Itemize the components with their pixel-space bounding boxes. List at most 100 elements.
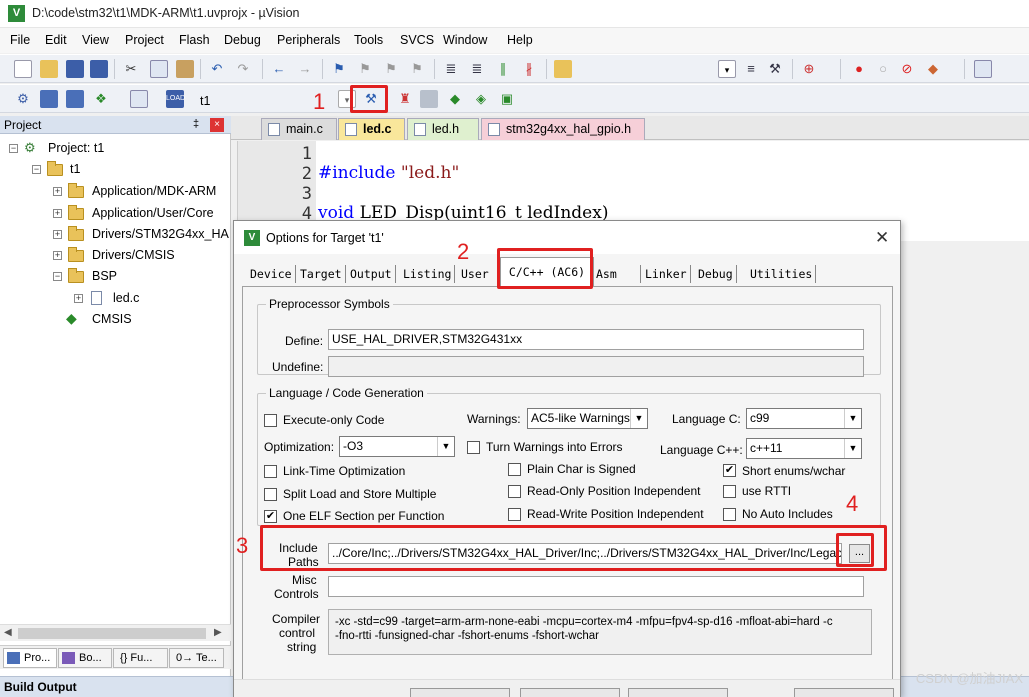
compiler-control-string-box[interactable]: -xc -std=c99 -target=arm-arm-none-eabi -… xyxy=(328,609,872,655)
misc-controls-input[interactable] xyxy=(328,576,864,597)
menu-flash[interactable]: Flash xyxy=(179,33,210,47)
plain-char-checkbox[interactable] xyxy=(508,463,521,476)
run-time-env-icon[interactable]: ▣ xyxy=(498,90,516,108)
define-input[interactable]: USE_HAL_DRIVER,STM32G431xx xyxy=(328,329,864,350)
menu-window[interactable]: Window xyxy=(443,33,487,47)
include-paths-browse-button[interactable]: ... xyxy=(849,544,870,563)
expand-icon[interactable]: + xyxy=(53,251,62,260)
undefine-input[interactable] xyxy=(328,356,864,377)
menu-view[interactable]: View xyxy=(82,33,109,47)
undo-icon[interactable]: ↶ xyxy=(208,60,226,78)
language-cpp-select[interactable]: c++11 ▼ xyxy=(746,438,862,459)
manage-project-icon[interactable]: ♜ xyxy=(396,90,414,108)
save-icon[interactable] xyxy=(66,60,84,78)
unindent-icon[interactable]: ≣ xyxy=(468,60,486,78)
incremental-find-icon[interactable]: ≡ xyxy=(742,60,760,78)
next-bookmark-icon[interactable]: ⚑ xyxy=(382,60,400,78)
stop-build-icon[interactable] xyxy=(130,90,148,108)
indent-icon[interactable]: ≣ xyxy=(442,60,460,78)
tab-utilities[interactable]: Utilities xyxy=(747,265,817,283)
uncomment-icon[interactable]: ∦ xyxy=(520,60,538,78)
menu-tools[interactable]: Tools xyxy=(354,33,383,47)
tab-device[interactable]: Device xyxy=(247,265,296,283)
tab-led-c[interactable]: led.c xyxy=(338,118,405,140)
short-enums-checkbox[interactable]: ✔ xyxy=(723,464,736,477)
cancel-button[interactable] xyxy=(520,688,620,697)
debug-session-icon[interactable]: ⊕ xyxy=(800,60,818,78)
horizontal-scrollbar[interactable]: ◀ ▶ xyxy=(0,624,231,641)
close-icon[interactable]: ✕ xyxy=(875,228,889,248)
warnings-select[interactable]: AC5-like Warnings ▼ xyxy=(527,408,648,429)
tree-group-drivers-cmsis[interactable]: + Drivers/CMSIS xyxy=(0,246,231,266)
kill-breakpoints-icon[interactable]: ◆ xyxy=(924,60,942,78)
optimization-select[interactable]: -O3 ▼ xyxy=(339,436,455,457)
configure-icon[interactable]: ⚒ xyxy=(766,60,784,78)
tab-user[interactable]: User xyxy=(458,265,492,283)
scroll-right-icon[interactable]: ▶ xyxy=(214,627,222,638)
rebuild-icon[interactable] xyxy=(66,90,84,108)
language-c-select[interactable]: c99 ▼ xyxy=(746,408,862,429)
collapse-icon[interactable]: − xyxy=(53,272,62,281)
prev-bookmark-icon[interactable]: ⚑ xyxy=(356,60,374,78)
menu-help[interactable]: Help xyxy=(507,33,533,47)
target-dropdown-icon[interactable]: ▾ xyxy=(338,90,356,108)
tab-project[interactable]: Pro... xyxy=(3,648,57,668)
find-dropdown-icon[interactable]: ▾ xyxy=(718,60,736,78)
menu-project[interactable]: Project xyxy=(125,33,164,47)
tab-books[interactable]: Bo... xyxy=(58,648,112,668)
pack-installer-icon[interactable]: ◈ xyxy=(472,90,490,108)
collapse-icon[interactable]: − xyxy=(32,165,41,174)
save-all-icon[interactable] xyxy=(90,60,108,78)
scroll-left-icon[interactable]: ◀ xyxy=(4,627,12,638)
tab-linker[interactable]: Linker xyxy=(642,265,691,283)
rw-pi-checkbox[interactable] xyxy=(508,508,521,521)
lto-checkbox[interactable] xyxy=(264,465,277,478)
rtti-checkbox[interactable] xyxy=(723,485,736,498)
tree-target[interactable]: − t1 xyxy=(0,160,231,180)
tab-functions[interactable]: {} Fu... xyxy=(113,648,168,668)
tree-group-drivers-hal[interactable]: + Drivers/STM32G4xx_HA xyxy=(0,225,231,245)
tab-templates[interactable]: 0→ Te... xyxy=(169,648,224,668)
disable-breakpoint-icon[interactable]: ○ xyxy=(874,60,892,78)
bookmark-icon[interactable]: ⚑ xyxy=(330,60,348,78)
menu-peripherals[interactable]: Peripherals xyxy=(277,33,340,47)
copy-icon[interactable] xyxy=(150,60,168,78)
tab-main-c[interactable]: main.c xyxy=(261,118,337,140)
one-elf-checkbox[interactable]: ✔ xyxy=(264,510,277,523)
tab-led-h[interactable]: led.h xyxy=(407,118,479,140)
collapse-icon[interactable]: − xyxy=(9,144,18,153)
tree-group-bsp[interactable]: − BSP xyxy=(0,267,231,287)
ok-button[interactable] xyxy=(410,688,510,697)
tree-project-root[interactable]: − ⚙ Project: t1 xyxy=(0,139,231,159)
warnings-as-errors-checkbox[interactable] xyxy=(467,441,480,454)
load-download-icon[interactable]: LOAD xyxy=(166,90,185,108)
translate-icon[interactable]: ⚙ xyxy=(14,90,32,108)
close-icon[interactable]: × xyxy=(210,118,224,132)
expand-icon[interactable]: + xyxy=(53,187,62,196)
menu-edit[interactable]: Edit xyxy=(45,33,67,47)
manage-rte-icon[interactable]: ◆ xyxy=(446,90,464,108)
include-paths-input[interactable]: ../Core/Inc;../Drivers/STM32G4xx_HAL_Dri… xyxy=(328,543,842,564)
menu-file[interactable]: File xyxy=(10,33,30,47)
open-folder-icon[interactable] xyxy=(40,60,58,78)
target-select[interactable]: t1 xyxy=(200,94,210,108)
find-in-files-icon[interactable] xyxy=(554,60,572,78)
nav-forward-icon[interactable]: → xyxy=(296,60,314,78)
expand-icon[interactable]: + xyxy=(53,209,62,218)
tab-stm32g4xx-hal-gpio-h[interactable]: stm32g4xx_hal_gpio.h xyxy=(481,118,645,140)
tree-group-user-core[interactable]: + Application/User/Core xyxy=(0,204,231,224)
menu-svcs[interactable]: SVCS xyxy=(400,33,434,47)
tab-target[interactable]: Target xyxy=(297,265,346,283)
tab-c-cpp-ac6[interactable]: C/C++ (AC6) xyxy=(500,257,594,287)
nav-back-icon[interactable]: ← xyxy=(270,60,288,78)
pin-icon[interactable]: ‡ xyxy=(193,118,199,130)
clear-bookmarks-icon[interactable]: ⚑ xyxy=(408,60,426,78)
redo-icon[interactable]: ↷ xyxy=(234,60,252,78)
tab-debug[interactable]: Debug xyxy=(695,265,737,283)
cut-icon[interactable]: ✂ xyxy=(122,60,140,78)
tree-group-mdk-arm[interactable]: + Application/MDK-ARM xyxy=(0,182,231,202)
split-load-checkbox[interactable] xyxy=(264,488,277,501)
window-layout-icon[interactable] xyxy=(974,60,992,78)
execute-only-checkbox[interactable] xyxy=(264,414,277,427)
select-device-icon[interactable] xyxy=(420,90,438,108)
